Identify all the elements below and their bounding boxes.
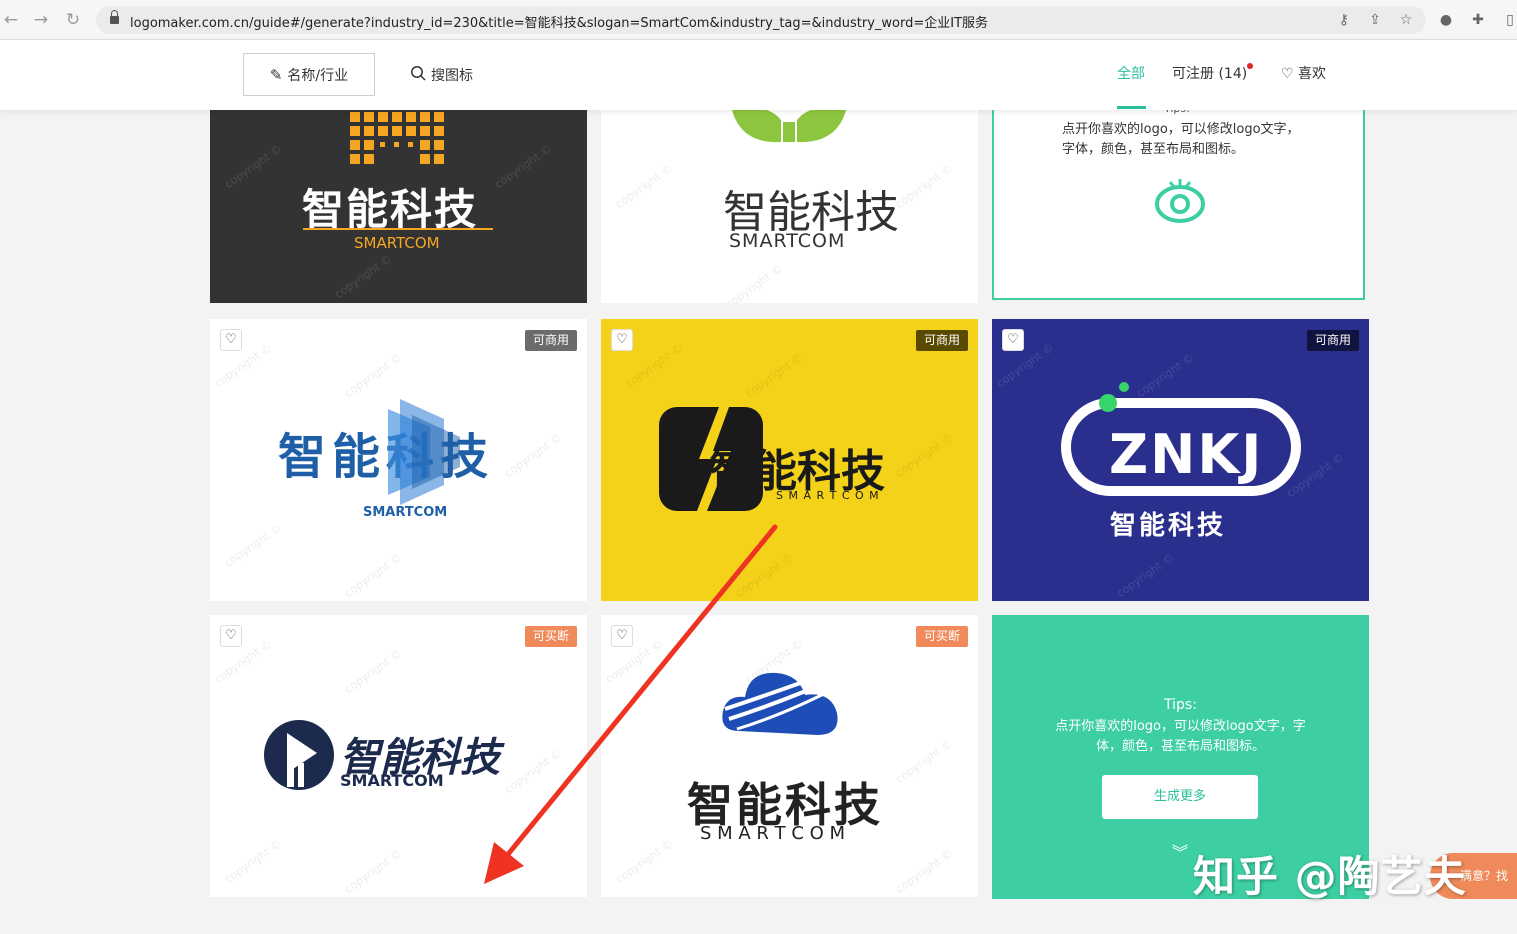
- eye-icon: [1155, 179, 1205, 223]
- like-heart-icon[interactable]: ♡: [611, 625, 633, 647]
- filter-registerable[interactable]: 可注册 (14): [1172, 63, 1247, 83]
- like-heart-icon[interactable]: ♡: [220, 625, 242, 647]
- watermark: copyright ©: [222, 521, 285, 570]
- watermark: copyright ©: [893, 431, 956, 480]
- filter-all[interactable]: 全部: [1117, 63, 1145, 83]
- logo-slogan: SMARTCOM: [363, 505, 448, 520]
- double-chevron-down-icon[interactable]: ︾: [1172, 839, 1188, 863]
- url-text: logomaker.com.cn/guide#/generate?industr…: [130, 16, 989, 31]
- tips-text: 点开你喜欢的logo，可以修改logo文字，字体，颜色，甚至布局和图标。: [1062, 122, 1300, 157]
- tab-name-industry[interactable]: ✎ 名称/行业: [243, 53, 375, 96]
- watermark: copyright ©: [492, 142, 555, 191]
- logo-slogan: SMARTCOM: [729, 230, 846, 252]
- watermark: copyright ©: [613, 162, 676, 211]
- sidebar-icon[interactable]: ▯: [1500, 10, 1517, 30]
- logo-card[interactable]: ♡ 可商用 智能科技 SMARTCOM copyright © copyrigh…: [210, 319, 587, 601]
- lock-icon: [110, 10, 119, 25]
- filter-likes-label: 喜欢: [1298, 66, 1327, 82]
- buyout-badge: 可买断: [915, 626, 968, 647]
- watermark: copyright ©: [222, 837, 285, 886]
- tips-text-line: 体，颜色，甚至布局和图标。: [1095, 739, 1265, 754]
- logo-card[interactable]: ♡ 可买断 智能科技 S M A R T C O M copyright © c…: [601, 615, 978, 897]
- evernote-icon[interactable]: ●: [1436, 10, 1456, 30]
- logo-slogan: S M A R T C O M: [776, 489, 880, 502]
- watermark: copyright ©: [342, 351, 405, 400]
- generate-more-button[interactable]: 生成更多: [1102, 775, 1258, 819]
- blue-play-icon: [388, 399, 460, 505]
- watermark: copyright ©: [502, 431, 565, 480]
- key-icon[interactable]: ⚷: [1334, 10, 1354, 30]
- logo-card[interactable]: ♡ 可商用 智能科技 S M A R T C O M copyright © c…: [601, 319, 978, 601]
- star-icon[interactable]: ☆: [1396, 10, 1416, 30]
- tab-search-label: 搜图标: [431, 67, 473, 84]
- logo-abbrev: ZNKJ: [1109, 423, 1264, 486]
- zhihu-watermark: 知乎 @陶艺夫: [1193, 852, 1467, 901]
- active-tab-indicator: [1117, 106, 1146, 109]
- search-icon: [410, 65, 426, 85]
- watermark: copyright ©: [893, 162, 956, 211]
- logo-card[interactable]: ♡ 可买断 智能科技 SMARTCOM copyright © copyrigh…: [210, 615, 587, 897]
- logo-slogan: S M A R T C O M: [700, 823, 846, 844]
- site-header: ✎ 名称/行业 搜图标 全部 可注册 (14) ♡ 喜欢: [0, 40, 1517, 110]
- watermark: copyright ©: [342, 847, 405, 896]
- commercial-badge: 可商用: [524, 330, 577, 351]
- tips-text: 点开你喜欢的logo，可以修改logo文字，字 体，颜色，甚至布局和图标。: [992, 717, 1369, 757]
- watermark: copyright ©: [342, 647, 405, 696]
- filter-likes[interactable]: ♡ 喜欢: [1281, 63, 1326, 83]
- share-icon[interactable]: ⇪: [1365, 10, 1385, 30]
- circle-emblem-icon: [264, 720, 334, 790]
- watermark: copyright ©: [332, 252, 395, 301]
- tab-search-icons[interactable]: 搜图标: [410, 53, 473, 96]
- tips-text-line: 点开你喜欢的logo，可以修改logo文字，字: [1055, 719, 1306, 734]
- like-heart-icon[interactable]: ♡: [1002, 329, 1024, 351]
- tips-heading: Tips:: [1164, 697, 1197, 713]
- address-bar[interactable]: logomaker.com.cn/guide#/generate?industr…: [96, 6, 1426, 34]
- watermark: copyright ©: [613, 837, 676, 886]
- watermark: copyright ©: [1114, 551, 1177, 600]
- watermark: copyright ©: [733, 551, 796, 600]
- watermark: copyright ©: [893, 847, 956, 896]
- tab-name-label: 名称/行业: [287, 67, 349, 84]
- watermark: copyright ©: [723, 262, 786, 303]
- logo-card[interactable]: ♡ 可商用 ZNKJ 智能科技 copyright © copyright © …: [992, 319, 1369, 601]
- watermark: copyright ©: [743, 351, 806, 400]
- logo-slogan: SMARTCOM: [340, 771, 444, 790]
- notification-dot: [1247, 63, 1253, 69]
- like-heart-icon[interactable]: ♡: [611, 329, 633, 351]
- commercial-badge: 可商用: [915, 330, 968, 351]
- like-heart-icon[interactable]: ♡: [220, 329, 242, 351]
- browser-toolbar: ← → ↻ logomaker.com.cn/guide#/generate?i…: [0, 0, 1517, 40]
- commercial-badge: 可商用: [1306, 330, 1359, 351]
- buyout-badge: 可买断: [524, 626, 577, 647]
- edit-icon: ✎: [269, 65, 283, 84]
- watermark: copyright ©: [893, 737, 956, 786]
- extensions-icon[interactable]: ✚: [1468, 10, 1488, 30]
- watermark: copyright ©: [502, 747, 565, 796]
- blue-cloud-rocket-icon: [722, 667, 846, 735]
- watermark: copyright ©: [342, 551, 405, 600]
- pixel-grid-icon: [350, 112, 444, 164]
- reload-icon[interactable]: ↻: [62, 9, 84, 31]
- underline: [303, 228, 493, 230]
- heart-icon: ♡: [1281, 66, 1294, 82]
- logo-slogan: SMARTCOM: [354, 234, 440, 252]
- watermark: copyright ©: [222, 142, 285, 191]
- logo-title: 智能科技: [1110, 511, 1227, 541]
- forward-icon[interactable]: →: [30, 9, 52, 31]
- back-icon[interactable]: ←: [0, 9, 22, 31]
